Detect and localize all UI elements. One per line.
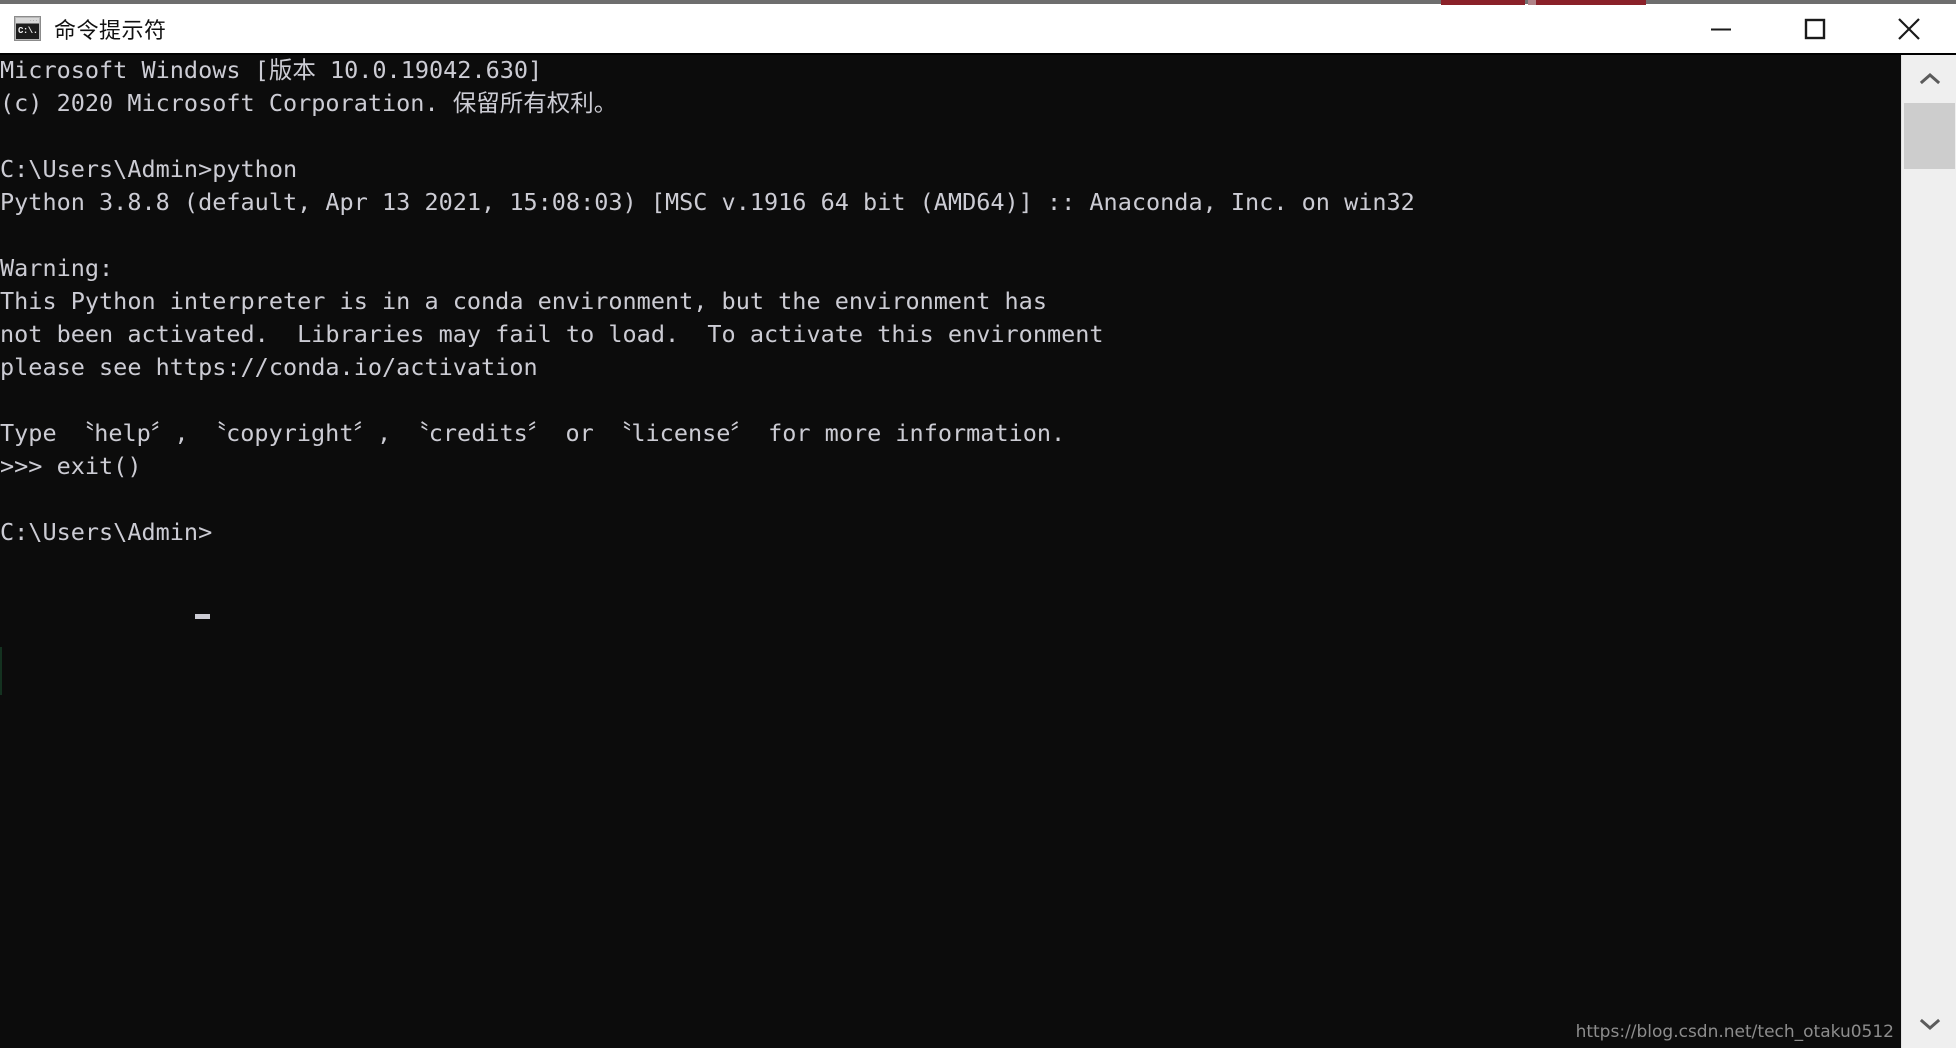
scroll-down-button[interactable] <box>1902 1000 1956 1048</box>
screen-capture-artifact-strip <box>0 0 1956 4</box>
title-bar[interactable]: ··· C:\. 命令提示符 <box>0 4 1956 55</box>
icon-prompt-text: C:\. <box>16 24 39 39</box>
close-button[interactable] <box>1862 4 1956 53</box>
vertical-scrollbar[interactable] <box>1901 55 1956 1048</box>
minimize-icon <box>1711 28 1731 30</box>
maximize-icon <box>1804 18 1826 39</box>
scroll-up-button[interactable] <box>1902 55 1956 103</box>
maximize-button[interactable] <box>1768 4 1862 53</box>
console-left-edge-artifact <box>0 647 2 695</box>
command-prompt-window: ··· C:\. 命令提示符 Microsoft Windows [版本 10.… <box>0 0 1956 1048</box>
scroll-down-arrow-icon <box>1919 1018 1940 1030</box>
minimize-button[interactable] <box>1674 4 1768 53</box>
console-cursor <box>195 614 210 619</box>
console-text: Microsoft Windows [版本 10.0.19042.630] (c… <box>0 56 1415 546</box>
close-icon <box>1898 17 1920 40</box>
command-prompt-icon: ··· C:\. <box>14 16 41 41</box>
scrollbar-thumb[interactable] <box>1904 103 1955 169</box>
console-output-area[interactable]: Microsoft Windows [版本 10.0.19042.630] (c… <box>0 55 1901 1048</box>
window-title: 命令提示符 <box>54 18 167 44</box>
watermark: https://blog.csdn.net/tech_otaku0512 <box>1575 1022 1894 1042</box>
screen-capture-artifact-red-right <box>1536 0 1646 5</box>
screen-capture-artifact-red-left <box>1441 0 1525 5</box>
screen-capture-artifact-red-middle <box>1528 0 1536 5</box>
scroll-up-arrow-icon <box>1919 73 1940 85</box>
window-controls <box>1674 4 1956 53</box>
